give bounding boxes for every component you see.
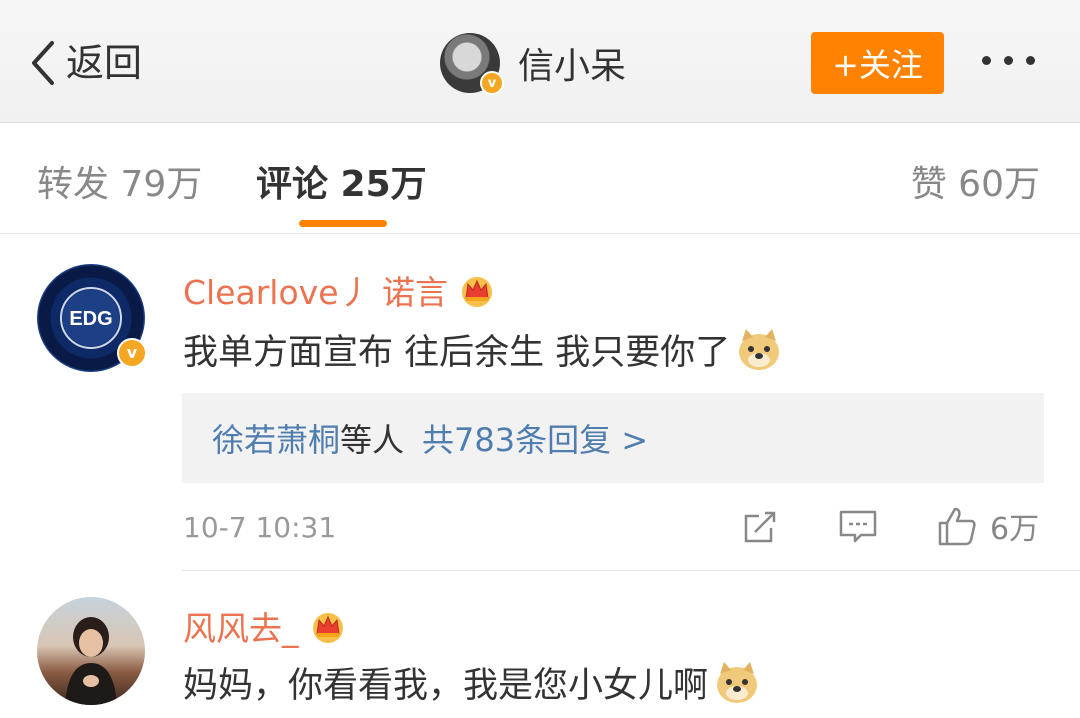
doge-emoji-icon: [717, 661, 758, 703]
avatar[interactable]: v: [440, 33, 504, 95]
crown-icon: [312, 613, 343, 643]
comment-icon: [839, 510, 877, 543]
comment-text: 妈妈，你看看我，我是您小女儿啊: [183, 657, 760, 708]
svg-text:EDG: EDG: [69, 308, 112, 330]
tab-forward[interactable]: 转发 79万: [37, 155, 202, 207]
more-icon[interactable]: [982, 56, 1035, 65]
portrait-image: [65, 617, 117, 705]
comment-username[interactable]: 风风去_: [183, 602, 347, 650]
crown-icon: [461, 277, 492, 307]
user-title[interactable]: v 信小呆: [440, 32, 627, 95]
active-tab-indicator: [299, 220, 387, 227]
comment-item: 风风去_ 妈妈，你看看我，我是您小女儿啊: [0, 571, 1080, 718]
reply-count-link[interactable]: 共783条回复 >: [422, 415, 648, 461]
back-label: 返回: [66, 41, 143, 85]
reply-user-link[interactable]: 徐若萧桐: [212, 415, 340, 461]
comment-item: EDG v Clearlove丿 诺言 我单方面宣布 往后余生 我只要你了 徐若…: [0, 234, 1080, 574]
share-edit-icon: [744, 511, 776, 543]
like-count: 6万: [990, 512, 1040, 547]
top-nav-bar: 返回 v 信小呆 +关注: [0, 0, 1080, 123]
chevron-left-icon: [32, 41, 54, 85]
follow-button[interactable]: +关注: [811, 32, 944, 94]
replies-preview[interactable]: 徐若萧桐 等人 共783条回复 >: [182, 393, 1044, 483]
comment-username[interactable]: Clearlove丿 诺言: [183, 266, 496, 314]
reply-button[interactable]: [838, 508, 878, 546]
like-button[interactable]: 6万: [936, 504, 1039, 548]
comment-time: 10-7 10:31: [183, 511, 337, 544]
verified-badge-icon: v: [480, 71, 504, 95]
comment-body: 我单方面宣布 往后余生 我只要你了: [183, 333, 731, 373]
comment-text: 我单方面宣布 往后余生 我只要你了: [183, 324, 782, 375]
username-text: Clearlove丿 诺言: [183, 273, 448, 312]
reply-others-label: 等人: [340, 421, 405, 459]
thumbs-up-icon: [938, 507, 976, 546]
comment-avatar[interactable]: [37, 597, 145, 705]
comment-body: 妈妈，你看看我，我是您小女儿啊: [183, 666, 709, 706]
tab-bar: 转发 79万 评论 25万 赞 60万: [0, 123, 1080, 234]
page-title: 信小呆: [518, 46, 627, 87]
username-text: 风风去_: [183, 609, 299, 648]
verified-badge-icon: v: [117, 338, 147, 368]
doge-emoji-icon: [739, 328, 780, 370]
repost-button[interactable]: [741, 508, 779, 546]
tab-comments[interactable]: 评论 25万: [256, 155, 427, 207]
tab-likes[interactable]: 赞 60万: [911, 155, 1040, 207]
back-button[interactable]: 返回: [30, 38, 142, 88]
comment-avatar[interactable]: EDG v: [37, 264, 147, 372]
